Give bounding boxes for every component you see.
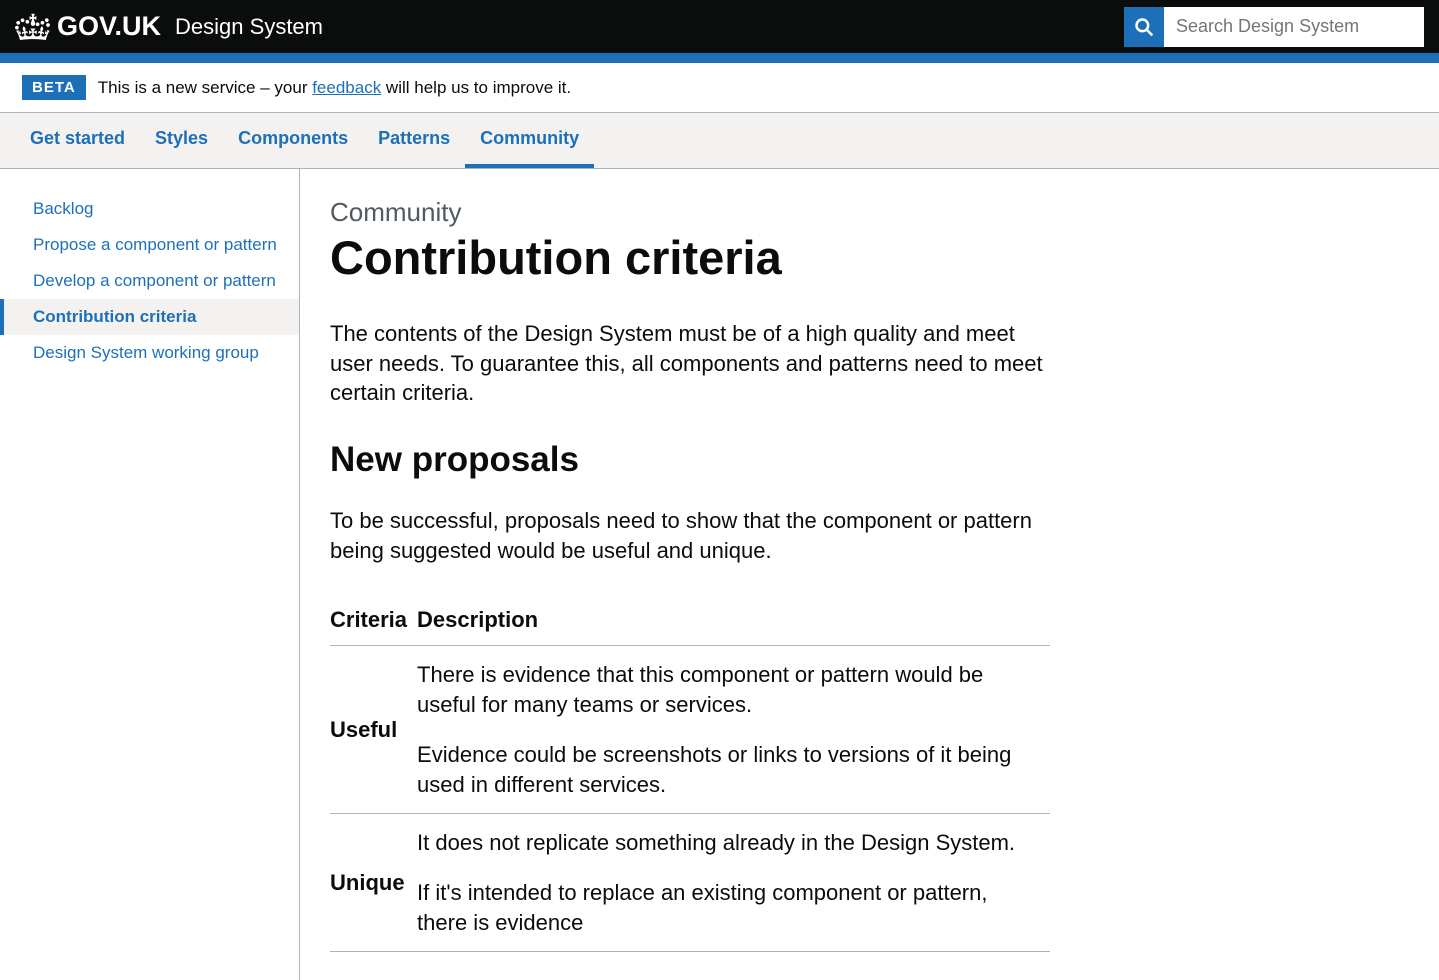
- phase-text-before: This is a new service – your: [98, 78, 312, 97]
- page-title: Contribution criteria: [330, 230, 1330, 285]
- description-paragraph: It does not replicate something already …: [417, 828, 1040, 858]
- main-content: Community Contribution criteria The cont…: [300, 169, 1360, 980]
- table-row: UsefulThere is evidence that this compon…: [330, 646, 1050, 814]
- criteria-description: It does not replicate something already …: [417, 814, 1050, 952]
- nav-item-components[interactable]: Components: [223, 113, 363, 168]
- section-intro: To be successful, proposals need to show…: [330, 506, 1050, 565]
- page-caption: Community: [330, 197, 461, 227]
- govuk-logo-link[interactable]: GOV.UK: [57, 11, 161, 42]
- product-name: Design System: [175, 14, 323, 40]
- sidebar-item-design-system-working-group[interactable]: Design System working group: [0, 335, 299, 371]
- description-paragraph: If it's intended to replace an existing …: [417, 878, 1040, 937]
- primary-nav: Get startedStylesComponentsPatternsCommu…: [0, 113, 1439, 169]
- search-form: [1124, 7, 1424, 47]
- phase-banner: BETA This is a new service – your feedba…: [0, 63, 1439, 113]
- intro-paragraph: The contents of the Design System must b…: [330, 319, 1050, 408]
- search-icon: [1134, 17, 1154, 37]
- site-header: GOV.UK Design System: [0, 0, 1439, 53]
- phase-text-after: will help us to improve it.: [381, 78, 571, 97]
- nav-item-patterns[interactable]: Patterns: [363, 113, 465, 168]
- table-header-criteria: Criteria: [330, 597, 417, 646]
- nav-item-styles[interactable]: Styles: [140, 113, 223, 168]
- criteria-name: Useful: [330, 646, 417, 814]
- nav-item-community[interactable]: Community: [465, 113, 594, 168]
- sidebar-item-contribution-criteria[interactable]: Contribution criteria: [0, 299, 299, 335]
- search-input[interactable]: [1164, 7, 1424, 47]
- description-paragraph: There is evidence that this component or…: [417, 660, 1040, 719]
- sidebar-nav: BacklogPropose a component or patternDev…: [0, 169, 300, 980]
- table-header-description: Description: [417, 597, 1050, 646]
- criteria-name: Unique: [330, 814, 417, 952]
- header-blue-bar: [0, 53, 1439, 63]
- search-button[interactable]: [1124, 7, 1164, 47]
- section-heading: New proposals: [330, 440, 1330, 480]
- criteria-description: There is evidence that this component or…: [417, 646, 1050, 814]
- sidebar-item-backlog[interactable]: Backlog: [0, 191, 299, 227]
- crown-logo-icon: [15, 12, 51, 42]
- criteria-table: Criteria Description UsefulThere is evid…: [330, 597, 1050, 952]
- description-paragraph: Evidence could be screenshots or links t…: [417, 740, 1040, 799]
- table-row: UniqueIt does not replicate something al…: [330, 814, 1050, 952]
- feedback-link[interactable]: feedback: [312, 78, 381, 97]
- phase-tag: BETA: [22, 75, 86, 100]
- sidebar-item-propose-a-component-or-pattern[interactable]: Propose a component or pattern: [0, 227, 299, 263]
- phase-text: This is a new service – your feedback wi…: [98, 78, 571, 98]
- nav-item-get-started[interactable]: Get started: [15, 113, 140, 168]
- sidebar-item-develop-a-component-or-pattern[interactable]: Develop a component or pattern: [0, 263, 299, 299]
